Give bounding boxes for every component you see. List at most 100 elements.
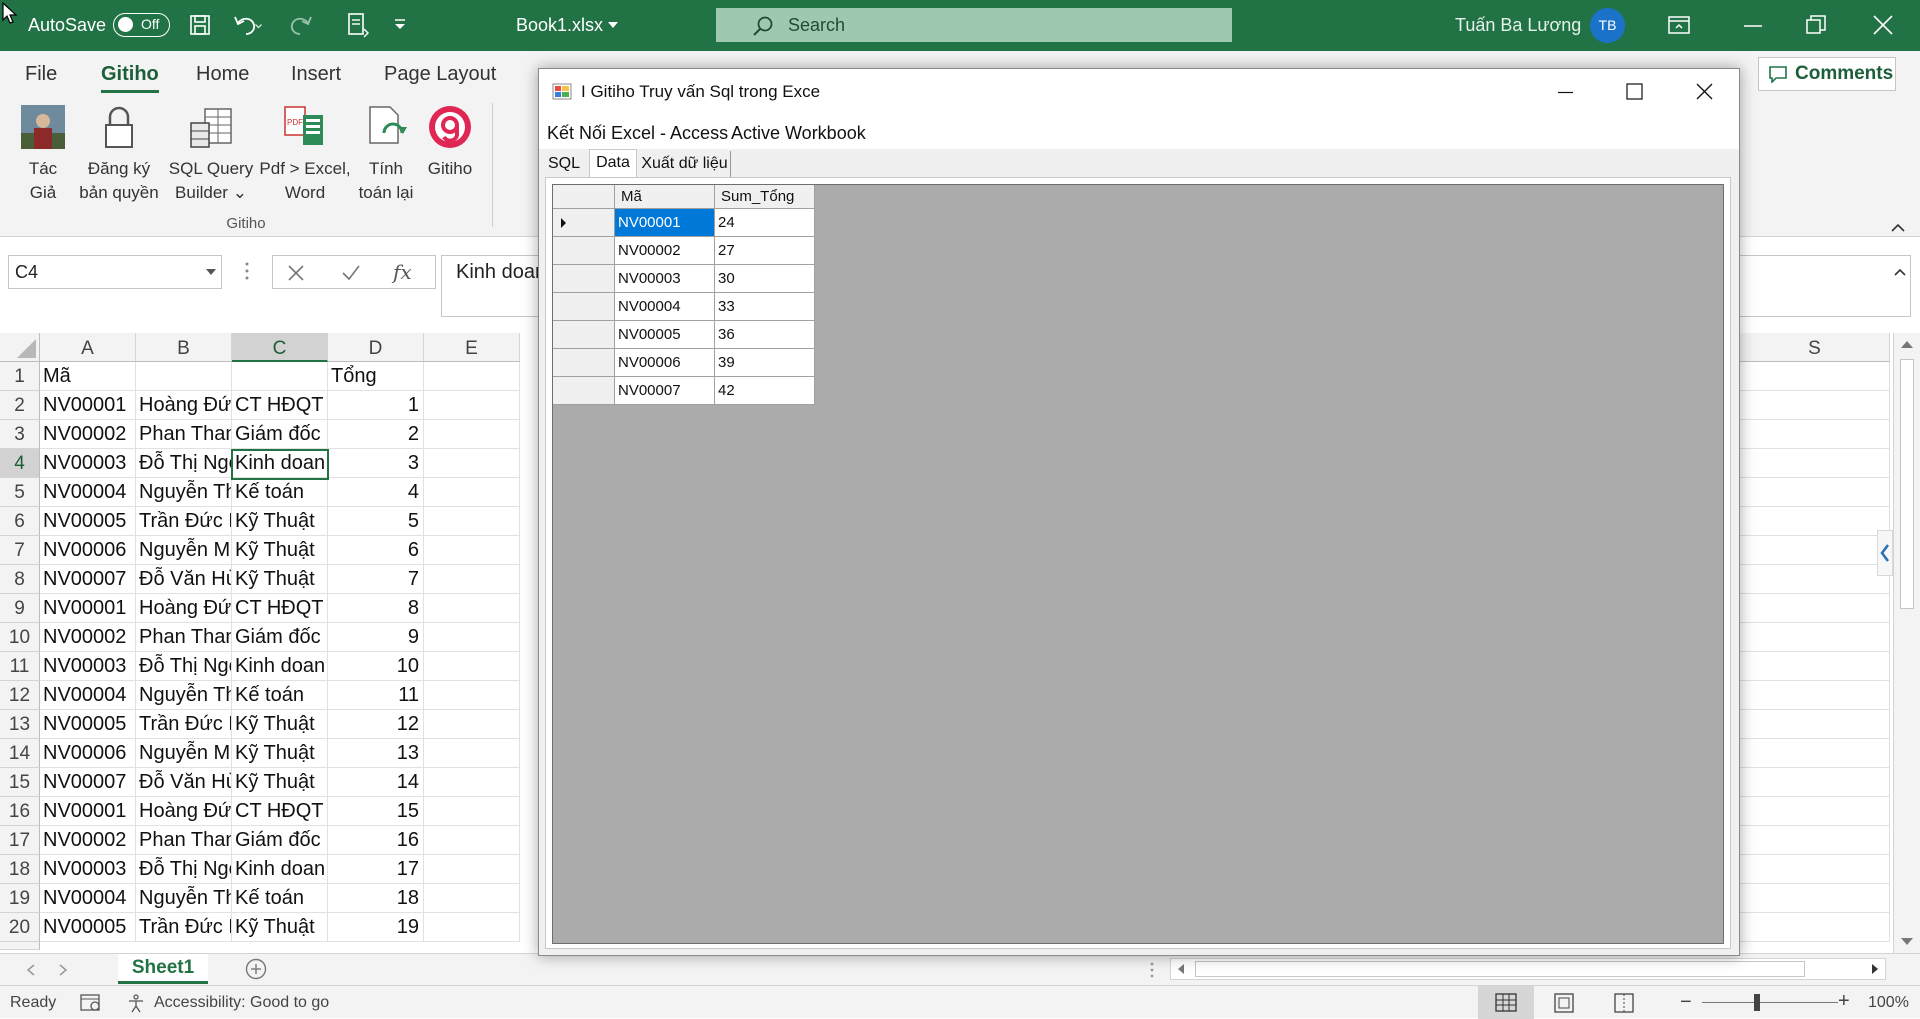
row-header[interactable]: 20 xyxy=(0,913,40,942)
cell-e[interactable] xyxy=(424,855,520,884)
cell-b[interactable]: Đỗ Văn Hùng xyxy=(136,768,232,797)
cell-e[interactable] xyxy=(424,739,520,768)
cell-a[interactable]: NV00005 xyxy=(40,913,136,942)
grid-cell-sum-tong[interactable]: 39 xyxy=(715,349,815,377)
cell-e[interactable] xyxy=(424,362,520,391)
cell-b[interactable] xyxy=(136,362,232,391)
cell-b[interactable]: Phan Thanh xyxy=(136,826,232,855)
horizontal-scroll-thumb[interactable] xyxy=(1195,961,1805,977)
grid-row-header[interactable] xyxy=(553,377,615,405)
author-button[interactable]: Tác Giả xyxy=(14,103,72,205)
row-header[interactable]: 19 xyxy=(0,884,40,913)
cancel-icon[interactable] xyxy=(287,264,305,282)
grid-cell-ma[interactable]: NV00003 xyxy=(615,265,715,293)
column-header-e[interactable]: E xyxy=(424,333,520,362)
cell-a[interactable]: Mã xyxy=(40,362,136,391)
cell-s[interactable] xyxy=(1740,594,1890,623)
cell-a[interactable]: NV00003 xyxy=(40,855,136,884)
previous-sheet-icon[interactable] xyxy=(26,964,36,976)
grid-row-header[interactable] xyxy=(553,321,615,349)
grid-row-header[interactable] xyxy=(553,237,615,265)
cell-d[interactable]: 11 xyxy=(328,681,424,710)
cell-c[interactable]: Kỹ Thuật xyxy=(232,507,328,536)
grid-row-header[interactable] xyxy=(553,209,615,237)
cell-b[interactable]: Nguyễn Mạnh xyxy=(136,536,232,565)
cell-b[interactable]: Trần Đức H xyxy=(136,710,232,739)
cell-e[interactable] xyxy=(424,797,520,826)
grid-cell-ma[interactable]: NV00007 xyxy=(615,377,715,405)
cell-e[interactable] xyxy=(424,652,520,681)
menu-active-workbook[interactable]: Active Workbook xyxy=(731,115,866,151)
enter-icon[interactable] xyxy=(341,264,361,282)
grid-cell-ma[interactable]: NV00006 xyxy=(615,349,715,377)
cell-d[interactable]: 18 xyxy=(328,884,424,913)
cell-s[interactable] xyxy=(1740,362,1890,391)
grid-cell-ma[interactable]: NV00004 xyxy=(615,293,715,321)
side-panel-toggle[interactable] xyxy=(1877,530,1893,576)
cell-s[interactable] xyxy=(1740,913,1890,942)
cell-s[interactable] xyxy=(1740,884,1890,913)
cell-b[interactable]: Trần Đức H xyxy=(136,507,232,536)
column-header-c[interactable]: C xyxy=(232,333,328,362)
cell-b[interactable]: Hoàng Đức xyxy=(136,391,232,420)
cell-e[interactable] xyxy=(424,710,520,739)
cell-d[interactable]: 14 xyxy=(328,768,424,797)
cell-c[interactable]: Kế toán xyxy=(232,884,328,913)
tab-split-grip-icon[interactable] xyxy=(1150,962,1154,978)
cell-e[interactable] xyxy=(424,826,520,855)
macro-recording-icon[interactable] xyxy=(80,994,102,1012)
cell-a[interactable]: NV00004 xyxy=(40,681,136,710)
sql-query-builder-button[interactable]: SQL Query Builder ⌄ xyxy=(166,103,256,205)
search-box[interactable]: Search xyxy=(716,8,1232,42)
zoom-slider-thumb[interactable] xyxy=(1754,994,1760,1011)
sheet-vertical-scrollbar[interactable] xyxy=(1893,333,1920,953)
results-data-grid[interactable]: Mã Sum_Tổng NV00001 24 NV00002 27 NV00003 30 N… xyxy=(552,184,1724,944)
restore-icon[interactable] xyxy=(1806,15,1826,35)
cell-s[interactable] xyxy=(1740,739,1890,768)
cell-d[interactable]: 4 xyxy=(328,478,424,507)
horizontal-scrollbar[interactable] xyxy=(1170,958,1886,980)
cell-b[interactable]: Đỗ Thị Ngọc xyxy=(136,652,232,681)
cell-c[interactable]: CT HĐQT xyxy=(232,797,328,826)
cell-c[interactable]: Kinh doan xyxy=(232,855,328,884)
cell-c[interactable]: Giám đốc xyxy=(232,623,328,652)
cell-a[interactable]: NV00003 xyxy=(40,652,136,681)
gitiho-button[interactable]: Gitiho xyxy=(422,103,478,181)
cell-d[interactable]: 10 xyxy=(328,652,424,681)
cell-b[interactable]: Nguyễn Thị xyxy=(136,884,232,913)
cell-b[interactable]: Đỗ Thị Ngọc xyxy=(136,449,232,478)
scroll-right-icon[interactable] xyxy=(1871,963,1879,975)
cell-c[interactable]: Kỹ Thuật xyxy=(232,768,328,797)
cell-a[interactable]: NV00003 xyxy=(40,449,136,478)
zoom-level[interactable]: 100% xyxy=(1868,986,1909,1019)
cell-e[interactable] xyxy=(424,884,520,913)
close-icon[interactable] xyxy=(1873,15,1893,35)
zoom-in-icon[interactable]: + xyxy=(1838,990,1850,1012)
cell-a[interactable]: NV00002 xyxy=(40,826,136,855)
cell-c[interactable]: Giám đốc xyxy=(232,420,328,449)
cell-a[interactable]: NV00006 xyxy=(40,536,136,565)
cell-d[interactable]: 12 xyxy=(328,710,424,739)
tab-data[interactable]: Data xyxy=(589,149,637,178)
row-header[interactable]: 8 xyxy=(0,565,40,594)
file-name[interactable]: Book1.xlsx xyxy=(516,0,603,51)
cell-d[interactable]: 13 xyxy=(328,739,424,768)
cell-c[interactable]: Kỹ Thuật xyxy=(232,536,328,565)
dialog-maximize-icon[interactable] xyxy=(1626,83,1643,100)
cell-s[interactable] xyxy=(1740,478,1890,507)
ribbon-display-options-icon[interactable] xyxy=(1667,14,1691,36)
cell-a[interactable]: NV00007 xyxy=(40,565,136,594)
minimize-icon[interactable] xyxy=(1744,24,1764,28)
collapse-ribbon-icon[interactable] xyxy=(1890,223,1906,233)
scroll-down-icon[interactable] xyxy=(1900,937,1914,947)
cell-s[interactable] xyxy=(1740,623,1890,652)
row-header[interactable]: 7 xyxy=(0,536,40,565)
cell-s[interactable] xyxy=(1740,536,1890,565)
select-all-button[interactable] xyxy=(0,333,40,362)
row-header[interactable]: 13 xyxy=(0,710,40,739)
pdf-convert-button[interactable]: PDF Pdf > Excel, Word xyxy=(258,103,352,205)
cell-e[interactable] xyxy=(424,623,520,652)
cell-d[interactable]: 5 xyxy=(328,507,424,536)
tab-file[interactable]: File xyxy=(25,51,57,97)
row-header[interactable]: 18 xyxy=(0,855,40,884)
